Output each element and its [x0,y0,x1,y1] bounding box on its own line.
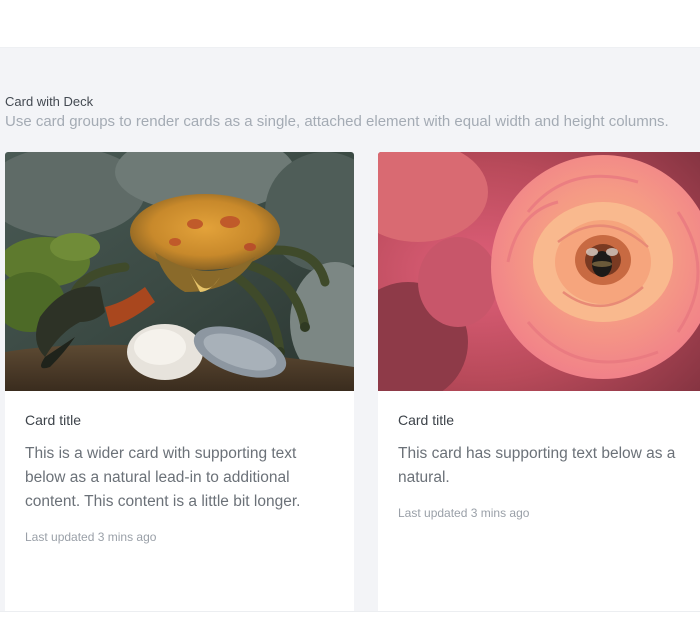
card-image-crab [5,152,354,391]
card-updated-text: Last updated 3 mins ago [25,530,157,544]
card-image-rose [378,152,700,391]
section-subtitle: Use card groups to render cards as a sin… [5,113,669,130]
top-navbar [0,0,700,48]
card-updated-text: Last updated 3 mins ago [398,506,530,520]
card-text: This is a wider card with supporting tex… [25,445,301,510]
card-body: Card title This card has supporting text… [378,391,700,520]
card-rose: Card title This card has supporting text… [378,152,700,611]
card-text: This card has supporting text below as a… [398,445,676,486]
footer-bar [0,611,700,631]
section-title: Card with Deck [5,94,94,109]
card-crab: Card title This is a wider card with sup… [5,152,354,611]
card-title: Card title [25,412,82,428]
card-body: Card title This is a wider card with sup… [5,391,354,544]
card-title: Card title [398,412,455,428]
main-content: Card with Deck Use card groups to render… [0,48,700,611]
